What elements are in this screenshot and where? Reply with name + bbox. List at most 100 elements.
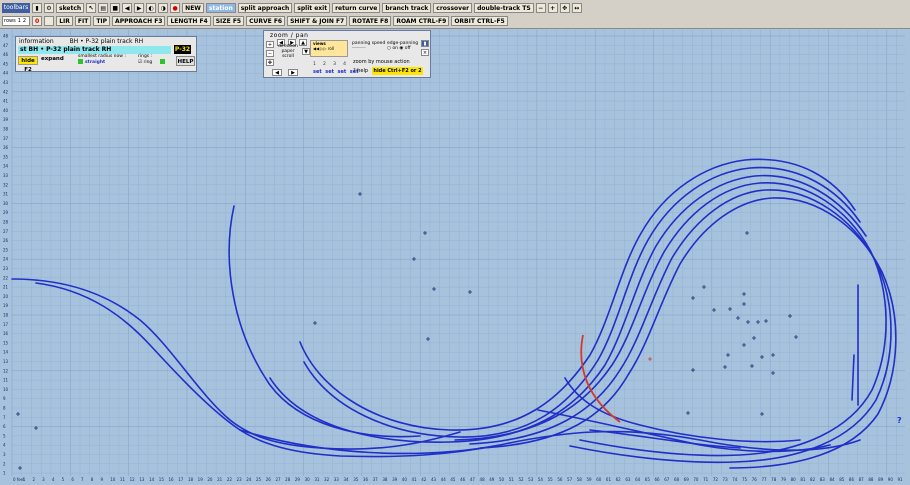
hide-zoom-button[interactable]: hide Ctrl+F2 or 2: [372, 67, 423, 75]
track-piece[interactable]: [269, 174, 867, 443]
y-tick-label: 17: [3, 322, 9, 327]
rotate-button[interactable]: ROTATE F8: [349, 15, 392, 26]
zoom-scroll-icon[interactable]: ▮: [421, 40, 429, 47]
zoom-out-icon[interactable]: −: [266, 50, 274, 57]
scroll-right-icon[interactable]: ▶: [288, 69, 298, 76]
undo-icon[interactable]: ◐: [146, 2, 157, 13]
y-tick-label: 45: [3, 61, 9, 66]
x-tick-label: 76: [752, 477, 758, 482]
x-tick-label: 45: [450, 477, 456, 482]
alert-icon[interactable]: ●: [170, 2, 181, 13]
rows-selector[interactable]: rows 1 2: [2, 15, 30, 26]
x-tick-label: 69: [684, 477, 690, 482]
lir-button[interactable]: LIR: [56, 15, 73, 26]
split-exit-button[interactable]: split exit: [294, 2, 331, 13]
shift-join-button[interactable]: SHIFT & JOIN F7: [287, 15, 348, 26]
y-tick-label: 25: [3, 247, 9, 252]
y-tick-label: 23: [3, 266, 9, 271]
x-tick-label: 19: [198, 477, 204, 482]
x-tick-label: 20: [207, 477, 213, 482]
crossover-button[interactable]: crossover: [433, 2, 473, 13]
marker-cross: [794, 335, 798, 339]
track-piece[interactable]: [35, 282, 501, 458]
rows-2[interactable]: 2: [23, 17, 26, 25]
x-tick-label: 40: [402, 477, 408, 482]
edge-on-radio[interactable]: ○: [387, 46, 391, 51]
marker-cross: [412, 257, 416, 261]
sketch-button[interactable]: sketch: [56, 2, 85, 13]
scroll-left-icon[interactable]: ◀: [272, 69, 282, 76]
roll-label[interactable]: roll: [328, 46, 334, 51]
x-tick-label: 38: [382, 477, 388, 482]
station-button[interactable]: station: [205, 2, 236, 13]
curve-button[interactable]: CURVE F6: [246, 15, 286, 26]
expand-button[interactable]: expand: [41, 56, 64, 62]
hide-info-button[interactable]: hide F2: [18, 56, 38, 73]
set-view-3-button[interactable]: set: [338, 69, 347, 75]
x-axis-labels: 0 feet1 2 3 4 5 6 7 8 9 10 11 12 13 14 15 16 17 18 19 20 21 2…: [13, 477, 903, 482]
pan-all-icon[interactable]: ✥: [266, 59, 274, 66]
back-icon[interactable]: ◀: [122, 2, 133, 13]
help-corner-icon[interactable]: ?: [897, 416, 902, 425]
y-tick-label: 18: [3, 313, 9, 318]
marker-cross: [771, 353, 775, 357]
views-box[interactable]: views ◀◀ ▷▷ roll: [310, 40, 348, 57]
print-icon[interactable]: ▤: [98, 2, 109, 13]
stop-icon[interactable]: ■: [110, 2, 121, 13]
palette-icon[interactable]: ▮: [32, 2, 42, 13]
set-view-2-button[interactable]: set: [325, 69, 334, 75]
zoom-close-icon[interactable]: ×: [421, 49, 429, 56]
x-tick-label: 89: [878, 477, 884, 482]
x-tick-label: 12: [130, 477, 136, 482]
blank-button[interactable]: [44, 15, 55, 26]
plus-icon[interactable]: +: [547, 2, 558, 13]
scroll-label[interactable]: scroll: [277, 54, 299, 59]
track-piece[interactable]: [303, 166, 861, 438]
x-tick-label: 59: [586, 477, 592, 482]
pointer-icon[interactable]: ↖: [86, 2, 97, 13]
views-arrows[interactable]: ◀◀ ▷▷ roll: [311, 46, 347, 51]
panning-speed-box: panning speed ─────: [352, 41, 386, 51]
pan-down-icon[interactable]: ▼: [302, 48, 310, 55]
rings-checkbox[interactable]: ☑: [138, 60, 142, 65]
redo-icon[interactable]: ◑: [158, 2, 169, 13]
arrows-icon[interactable]: ↔: [571, 2, 582, 13]
roam-button[interactable]: ROAM CTRL-F9: [393, 15, 450, 26]
help-button[interactable]: HELP: [176, 56, 195, 66]
zoom-help-button[interactable]: ? help: [353, 68, 368, 74]
edge-off-radio[interactable]: ◉: [399, 46, 403, 51]
move-icon[interactable]: ✥: [559, 2, 570, 13]
y-tick-label: 8: [3, 406, 6, 411]
forward-icon[interactable]: ▶: [134, 2, 145, 13]
minus-icon[interactable]: −: [535, 2, 546, 13]
branch-track-button[interactable]: branch track: [382, 2, 432, 13]
x-tick-label: 66: [655, 477, 661, 482]
zoom-in-icon[interactable]: +: [266, 41, 274, 48]
tip-button[interactable]: TIP: [93, 15, 111, 26]
length-button[interactable]: LENGTH F4: [167, 15, 211, 26]
toolbars-label[interactable]: toolbars: [2, 2, 30, 13]
track-piece[interactable]: [11, 278, 461, 450]
current-item-field[interactable]: st BH • P-32 plain track RH: [18, 46, 171, 54]
track-piece[interactable]: [454, 182, 887, 457]
split-approach-button[interactable]: split approach: [237, 2, 293, 13]
track-piece[interactable]: [479, 197, 897, 469]
x-tick-label: 14: [149, 477, 155, 482]
settings-icon[interactable]: ⚙: [44, 2, 54, 13]
zoom-by-mouse-label[interactable]: zoom by mouse action: [353, 59, 410, 65]
track-canvas[interactable]: 0 feet 1 2 3 4 5 6 7 8 9 10 11 12 13 14 15 16 17 18 19 20 21 2…: [0, 28, 910, 485]
track-layout[interactable]: [11, 158, 897, 469]
orbit-button[interactable]: ORBIT CTRL-F5: [451, 15, 508, 26]
size-button[interactable]: SIZE F5: [212, 15, 245, 26]
x-tick-label: 49: [489, 477, 495, 482]
fit-button[interactable]: FIT: [74, 15, 92, 26]
pan-up-icon[interactable]: ▲: [299, 39, 307, 46]
approach-button[interactable]: APPROACH F3: [112, 15, 166, 26]
rows-1[interactable]: 1: [18, 17, 21, 25]
set-view-1-button[interactable]: set: [313, 69, 322, 75]
new-button[interactable]: NEW: [182, 2, 204, 13]
double-track-button[interactable]: double-track TS: [474, 2, 534, 13]
return-curve-button[interactable]: return curve: [332, 2, 381, 13]
zero-button[interactable]: 0: [32, 15, 43, 26]
track-plan[interactable]: 0 feet1 2 3 4 5 6 7 8 9 10 11 12 13 14 15 16 17 18 19 20 21 2…: [0, 28, 910, 485]
